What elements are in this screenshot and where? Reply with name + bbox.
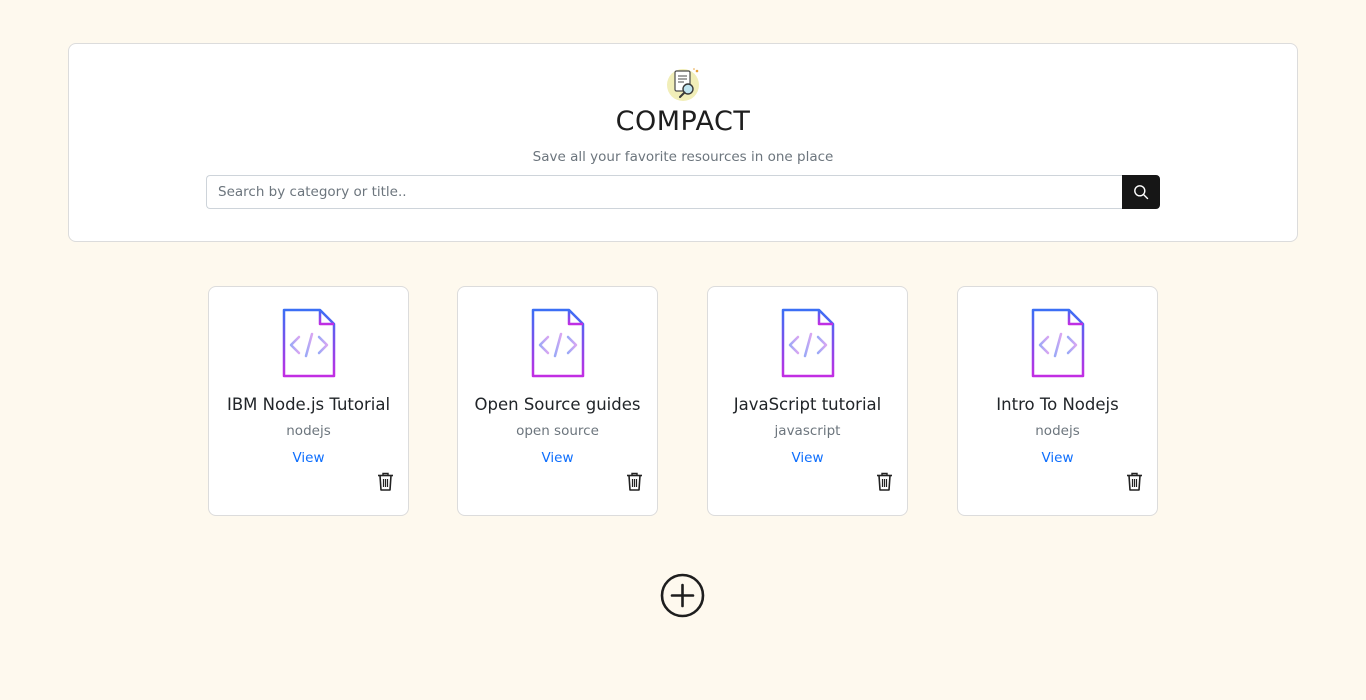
card-title: JavaScript tutorial xyxy=(733,395,882,414)
code-file-icon xyxy=(282,308,336,382)
app-title: COMPACT xyxy=(615,106,751,137)
card-category: nodejs xyxy=(1035,423,1080,439)
document-magnifier-icon xyxy=(667,68,699,101)
header-card: COMPACT Save all your favorite resources… xyxy=(68,43,1298,242)
code-file-icon xyxy=(781,308,835,382)
view-link[interactable]: View xyxy=(458,450,657,466)
card-category: javascript xyxy=(774,423,841,439)
code-file-icon xyxy=(531,308,585,382)
resource-card: IBM Node.js Tutorial nodejs View xyxy=(208,286,409,516)
card-title: Open Source guides xyxy=(474,395,641,414)
card-title: IBM Node.js Tutorial xyxy=(226,395,391,414)
plus-circle-icon[interactable] xyxy=(660,573,705,618)
view-link[interactable]: View xyxy=(209,450,408,466)
code-file-icon xyxy=(1031,308,1085,382)
search-button[interactable] xyxy=(1122,175,1160,209)
trash-icon[interactable] xyxy=(876,472,893,491)
view-link[interactable]: View xyxy=(708,450,907,466)
card-title: Intro To Nodejs xyxy=(996,395,1119,414)
resource-card: JavaScript tutorial javascript View xyxy=(707,286,908,516)
search-bar xyxy=(206,175,1160,209)
trash-icon[interactable] xyxy=(626,472,643,491)
resource-card: Intro To Nodejs nodejs View xyxy=(957,286,1158,516)
card-category: open source xyxy=(516,423,599,439)
app-subtitle: Save all your favorite resources in one … xyxy=(532,149,834,165)
search-icon xyxy=(1134,185,1149,200)
trash-icon[interactable] xyxy=(377,472,394,491)
search-input[interactable] xyxy=(206,175,1122,209)
view-link[interactable]: View xyxy=(958,450,1157,466)
card-category: nodejs xyxy=(286,423,331,439)
trash-icon[interactable] xyxy=(1126,472,1143,491)
resource-card: Open Source guides open source View xyxy=(457,286,658,516)
